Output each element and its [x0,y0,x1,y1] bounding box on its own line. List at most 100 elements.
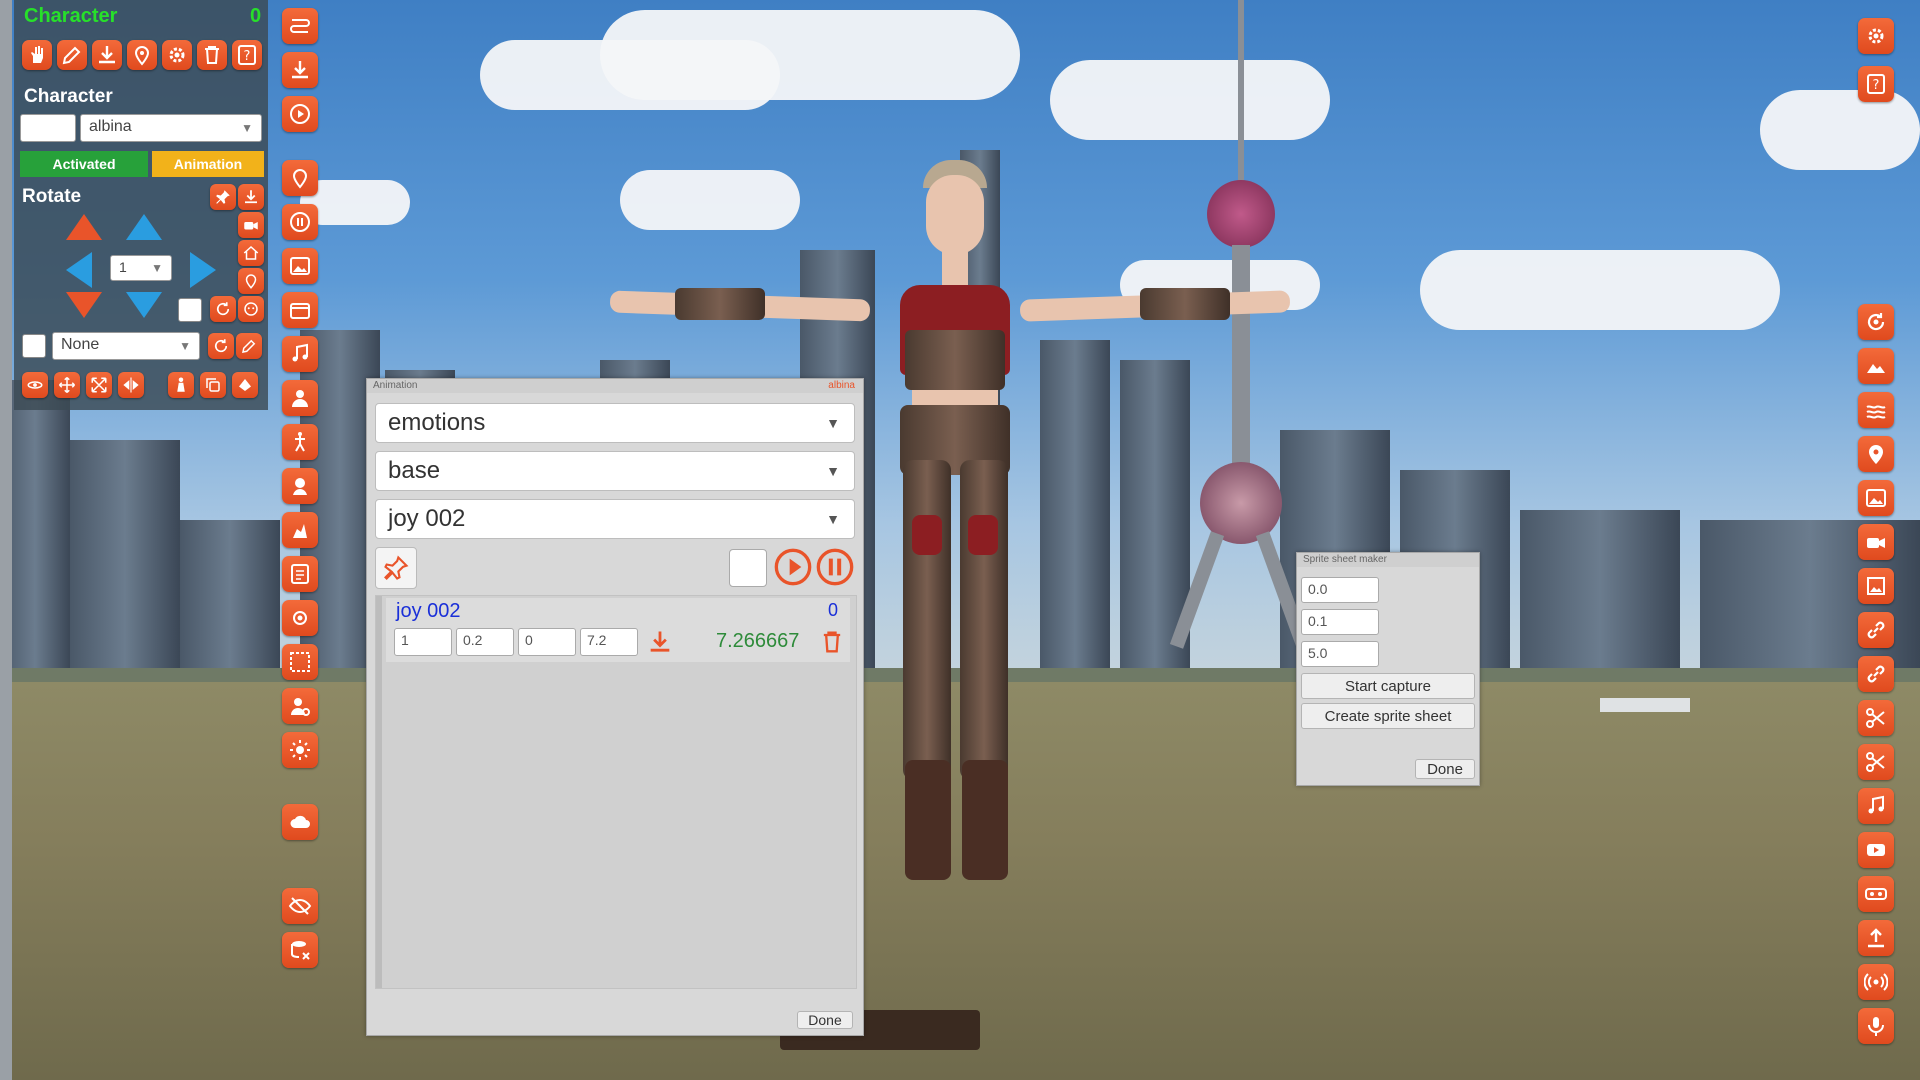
edit-icon[interactable] [57,40,87,70]
microphone-icon[interactable] [1858,1008,1894,1044]
path-icon[interactable] [282,8,318,44]
film-icon[interactable] [282,292,318,328]
subcategory-select-value: base [388,457,441,484]
loop-checkbox[interactable] [729,549,767,587]
list-item[interactable]: joy 002 0 1 0.2 0 7.2 7.266667 [386,598,850,662]
paint-icon[interactable] [232,372,258,398]
broadcast-icon[interactable] [1858,964,1894,1000]
link-icon[interactable] [1858,656,1894,692]
link-icon[interactable] [1858,612,1894,648]
camera-icon[interactable] [282,600,318,636]
user-settings-icon[interactable] [282,688,318,724]
download-icon[interactable] [646,628,674,656]
download-icon[interactable] [238,184,264,210]
face-icon[interactable] [238,296,264,322]
play-icon[interactable] [773,547,813,587]
trash-icon[interactable] [197,40,227,70]
start-capture-button[interactable]: Start capture [1301,673,1475,699]
pose-icon[interactable] [282,424,318,460]
music-mp3-icon[interactable] [282,336,318,372]
upload-icon[interactable] [1858,920,1894,956]
head-icon[interactable] [282,468,318,504]
rotate-checkbox[interactable] [178,298,202,322]
animation-select[interactable]: joy 002 ▼ [375,499,855,539]
sprite-interval-field[interactable]: 0.1 [1301,609,1379,635]
pose-select[interactable]: None ▼ [52,332,200,360]
move-icon[interactable] [54,372,80,398]
orbit-icon[interactable] [22,372,48,398]
loop-count-field[interactable]: 1 [394,628,452,656]
water-icon[interactable] [1858,392,1894,428]
picture-icon[interactable] [1858,568,1894,604]
pin-button[interactable] [375,547,417,589]
hide-icon[interactable] [282,888,318,924]
list-scrollbar[interactable] [376,596,382,988]
text-icon[interactable] [282,556,318,592]
gear-icon[interactable] [1858,18,1894,54]
edit-icon[interactable] [236,333,262,359]
help-icon[interactable]: ? [232,40,262,70]
dance-icon[interactable] [282,512,318,548]
photo-icon[interactable] [1858,480,1894,516]
download-icon[interactable] [282,52,318,88]
scissors-icon[interactable] [1858,744,1894,780]
animation-button[interactable]: Animation [152,151,264,177]
location-icon[interactable] [238,268,264,294]
sprite-done-button[interactable]: Done [1415,759,1475,779]
mirror-icon[interactable] [118,372,144,398]
subcategory-select[interactable]: base ▼ [375,451,855,491]
character-name-input[interactable] [20,114,76,142]
location-icon[interactable] [127,40,157,70]
rotate-up-arrow[interactable] [124,212,164,242]
person-icon[interactable] [282,380,318,416]
rotate-up-left-arrow[interactable] [64,212,104,242]
rotate-camera-icon[interactable] [1858,304,1894,340]
help-icon[interactable]: ? [1858,66,1894,102]
music-mp3-icon[interactable] [1858,788,1894,824]
rotate-left-arrow[interactable] [64,250,94,290]
rotate-down-arrow[interactable] [124,290,164,320]
body-icon[interactable] [168,372,194,398]
rotate-down-left-arrow[interactable] [64,290,104,320]
create-sprite-sheet-button[interactable]: Create sprite sheet [1301,703,1475,729]
location-icon[interactable] [282,160,318,196]
blend-field[interactable]: 0.2 [456,628,514,656]
rotate-right-arrow[interactable] [188,250,218,290]
gear-icon[interactable] [162,40,192,70]
frame-icon[interactable] [282,644,318,680]
pose-checkbox[interactable] [22,334,46,358]
sprite-duration-field[interactable]: 5.0 [1301,641,1379,667]
character-select[interactable]: albina ▼ [80,114,262,142]
reset-icon[interactable] [208,333,234,359]
play-icon[interactable] [282,96,318,132]
copy-icon[interactable] [200,372,226,398]
image-icon[interactable] [282,248,318,284]
hand-icon[interactable] [22,40,52,70]
cloud-icon[interactable] [282,804,318,840]
reset-icon[interactable] [210,296,236,322]
trash-icon[interactable] [818,628,846,656]
pause-icon[interactable] [282,204,318,240]
sun-icon[interactable] [282,732,318,768]
pause-icon[interactable] [815,547,855,587]
sprite-start-field[interactable]: 0.0 [1301,577,1379,603]
database-delete-icon[interactable] [282,932,318,968]
done-button[interactable]: Done [797,1011,853,1029]
map-pin-icon[interactable] [1858,436,1894,472]
landscape-icon[interactable] [1858,348,1894,384]
end-time-field[interactable]: 7.2 [580,628,638,656]
scale-icon[interactable] [86,372,112,398]
rotate-step-value: 1 [119,259,127,275]
youtube-icon[interactable] [1858,832,1894,868]
home-icon[interactable] [238,240,264,266]
pin-icon[interactable] [210,184,236,210]
activated-button[interactable]: Activated [20,151,148,177]
scissors-icon[interactable] [1858,700,1894,736]
download-icon[interactable] [92,40,122,70]
start-time-field[interactable]: 0 [518,628,576,656]
vr-icon[interactable] [1858,876,1894,912]
video-camera-icon[interactable] [1858,524,1894,560]
video-camera-icon[interactable] [238,212,264,238]
category-select[interactable]: emotions ▼ [375,403,855,443]
rotate-step-select[interactable]: 1 ▼ [110,255,172,281]
